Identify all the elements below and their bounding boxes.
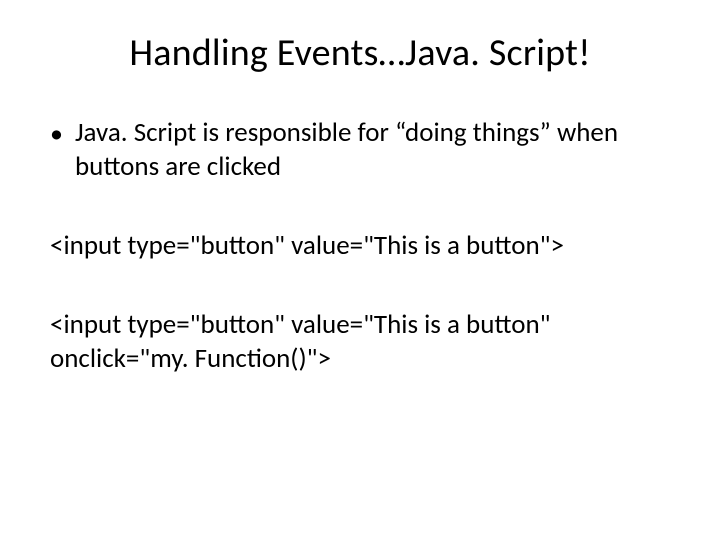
- code-sample-1: <input type="button" value="This is a bu…: [50, 229, 670, 263]
- bullet-marker: •: [50, 116, 63, 150]
- code-sample-2: <input type="button" value="This is a bu…: [50, 308, 670, 376]
- slide-title: Handling Events…Java. Script!: [50, 30, 670, 76]
- bullet-text: Java. Script is responsible for “doing t…: [75, 116, 670, 184]
- bullet-item: • Java. Script is responsible for “doing…: [50, 116, 670, 184]
